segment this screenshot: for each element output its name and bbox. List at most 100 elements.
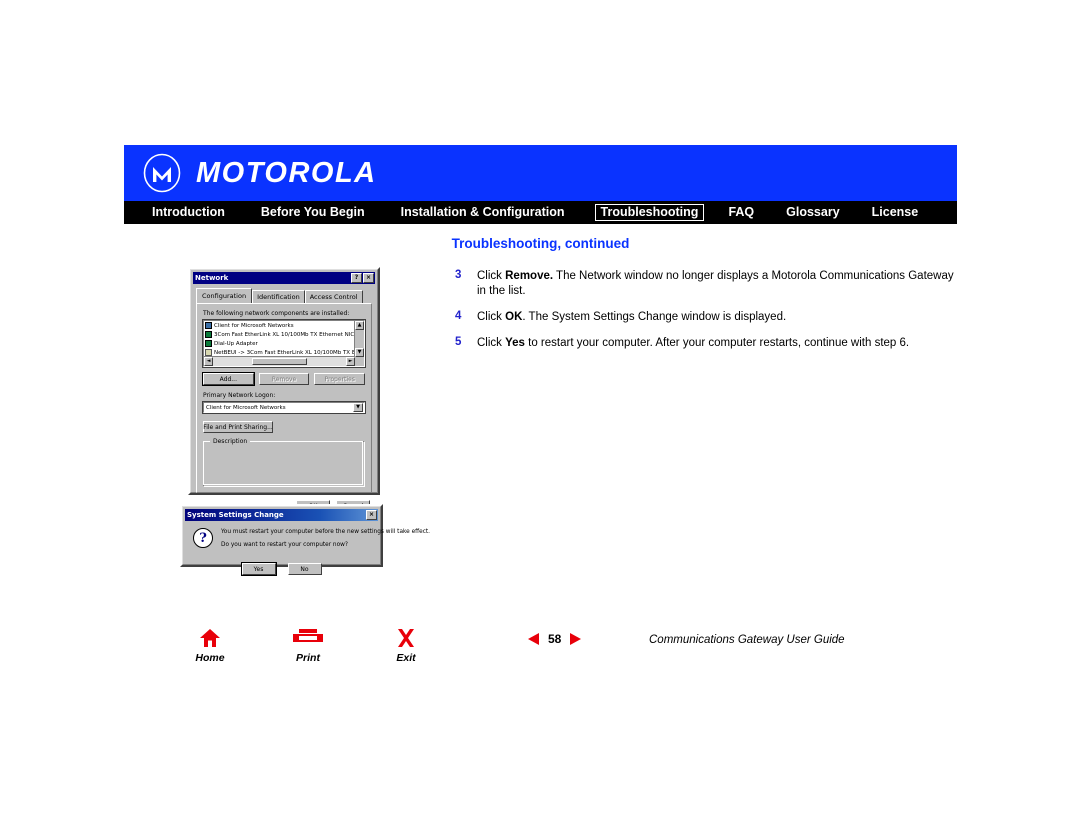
tab-configuration[interactable]: Configuration (196, 288, 253, 303)
client-icon (205, 322, 212, 329)
message-line-1: You must restart your computer before th… (221, 529, 431, 535)
file-print-sharing-row: File and Print Sharing... (203, 421, 365, 433)
step-item: 3 Click Remove. The Network window no lo… (455, 269, 955, 299)
system-settings-title: System Settings Change (187, 511, 284, 519)
nav-item-before-you-begin[interactable]: Before You Begin (255, 204, 371, 221)
list-item[interactable]: Dial-Up Adapter (204, 339, 355, 348)
step-number: 4 (455, 310, 462, 322)
step-text-part: . The System Settings Change window is d… (522, 311, 787, 323)
message-line-2: Do you want to restart your computer now… (221, 542, 348, 548)
scrollbar-corner (355, 357, 364, 366)
nav-item-introduction[interactable]: Introduction (146, 204, 231, 221)
step-text: Click OK. The System Settings Change win… (477, 310, 786, 325)
print-icon (284, 625, 332, 651)
nav-item-license[interactable]: License (866, 204, 925, 221)
chevron-down-icon[interactable]: ▼ (353, 403, 363, 412)
network-components-listbox[interactable]: Client for Microsoft Networks 3Com Fast … (202, 319, 366, 368)
primary-logon-value: Client for Microsoft Networks (206, 404, 286, 411)
page-number: 58 (548, 632, 562, 646)
step-text-part: Click (477, 311, 506, 323)
yes-button[interactable]: Yes (240, 562, 277, 576)
network-dialog-inner: Network ? × Configuration Identification… (190, 269, 378, 512)
close-icon[interactable]: × (363, 273, 374, 283)
add-button[interactable]: Add... (202, 372, 255, 386)
no-button[interactable]: No (287, 563, 322, 575)
scroll-down-icon[interactable]: ▼ (355, 348, 364, 357)
exit-label: Exit (396, 652, 416, 664)
nav-item-glossary[interactable]: Glossary (780, 204, 846, 221)
list-item[interactable]: 3Com Fast EtherLink XL 10/100Mb TX Ether… (204, 330, 355, 339)
step-text-bold: Remove. (505, 270, 554, 282)
motorola-m-logo (143, 153, 181, 193)
listbox-rows: Client for Microsoft Networks 3Com Fast … (204, 321, 355, 357)
step-text-part: Click (477, 270, 506, 282)
system-settings-change-dialog: System Settings Change × ? You must rest… (180, 504, 430, 576)
adapter-icon (205, 331, 212, 338)
remove-button[interactable]: Remove (258, 373, 310, 385)
home-icon (186, 625, 234, 651)
system-settings-buttons: Yes No (185, 562, 378, 576)
network-dialog-tabs: Configuration Identification Access Cont… (196, 288, 375, 303)
tab-identification[interactable]: Identification (252, 290, 305, 303)
system-settings-titlebar: System Settings Change × (185, 509, 378, 521)
system-settings-body: ? You must restart your computer before … (185, 521, 430, 561)
protocol-icon (205, 349, 212, 356)
print-button[interactable]: Print (284, 625, 332, 664)
page-root: MOTOROLA Introduction Before You Begin I… (0, 0, 1080, 834)
tab-access-control[interactable]: Access Control (304, 290, 363, 303)
primary-logon-select[interactable]: Client for Microsoft Networks ▼ (202, 401, 366, 414)
step-text-part: to restart your computer. After your com… (524, 337, 910, 349)
guide-title: Communications Gateway User Guide (649, 634, 845, 646)
list-item-label: 3Com Fast EtherLink XL 10/100Mb TX Ether… (214, 331, 355, 338)
nav-item-troubleshooting[interactable]: Troubleshooting (594, 204, 705, 221)
home-button[interactable]: Home (186, 625, 234, 664)
step-text-bold: Yes (505, 337, 525, 349)
component-actions: Add... Remove Properties (202, 372, 366, 386)
primary-logon-label: Primary Network Logon: (203, 392, 276, 399)
network-dialog: Network ? × Configuration Identification… (188, 267, 380, 512)
network-dialog-title: Network (195, 274, 229, 282)
brand-wordmark: MOTOROLA (196, 156, 377, 189)
close-icon[interactable]: × (366, 510, 377, 520)
footer-nav-icons: Home Print Exit (186, 625, 430, 664)
description-group-bevel (203, 441, 363, 485)
adapter-icon (205, 340, 212, 347)
scroll-up-icon[interactable]: ▲ (355, 321, 364, 330)
print-label: Print (296, 652, 320, 664)
page-footer: Home Print Exit 58 Communications Gatewa… (124, 620, 957, 670)
description-group: Description (203, 438, 365, 487)
list-item-label: Dial-Up Adapter (214, 340, 258, 347)
help-icon[interactable]: ? (351, 273, 362, 283)
nav-item-installation-configuration[interactable]: Installation & Configuration (395, 204, 571, 221)
home-label: Home (195, 652, 225, 664)
network-dialog-titlebar: Network ? × (193, 272, 375, 284)
file-print-sharing-button[interactable]: File and Print Sharing... (203, 421, 273, 433)
vertical-scrollbar[interactable]: ▲ ▼ (354, 321, 364, 357)
step-text: Click Yes to restart your computer. Afte… (477, 336, 909, 351)
list-item-label: Client for Microsoft Networks (214, 322, 294, 329)
nav-item-faq[interactable]: FAQ (722, 204, 760, 221)
horizontal-scrollbar[interactable]: ◄ ► (204, 356, 355, 366)
brand-header: MOTOROLA (124, 145, 957, 201)
list-item[interactable]: Client for Microsoft Networks (204, 321, 355, 330)
step-text-bold: OK (505, 311, 523, 323)
scroll-left-icon[interactable]: ◄ (204, 357, 213, 366)
page-title: Troubleshooting, continued (451, 236, 630, 251)
system-settings-dialog-inner: System Settings Change × ? You must rest… (182, 506, 430, 576)
step-text: Click Remove. The Network window no long… (477, 269, 955, 299)
document-body: MOTOROLA Introduction Before You Begin I… (124, 145, 957, 665)
steps-list: 3 Click Remove. The Network window no lo… (455, 269, 955, 362)
exit-button[interactable]: Exit (382, 625, 430, 664)
question-mark-icon: ? (193, 528, 213, 548)
properties-button[interactable]: Properties (314, 373, 366, 385)
step-item: 4 Click OK. The System Settings Change w… (455, 310, 955, 325)
page-navigator: 58 (528, 632, 582, 646)
main-nav: Introduction Before You Begin Installati… (124, 201, 957, 224)
system-settings-messages: You must restart your computer before th… (221, 528, 430, 555)
exit-icon (382, 625, 430, 651)
step-text-part: Click (477, 337, 506, 349)
scrollbar-thumb[interactable] (252, 358, 307, 365)
scroll-right-icon[interactable]: ► (346, 357, 355, 366)
previous-page-arrow[interactable] (528, 633, 539, 645)
next-page-arrow[interactable] (570, 633, 582, 645)
